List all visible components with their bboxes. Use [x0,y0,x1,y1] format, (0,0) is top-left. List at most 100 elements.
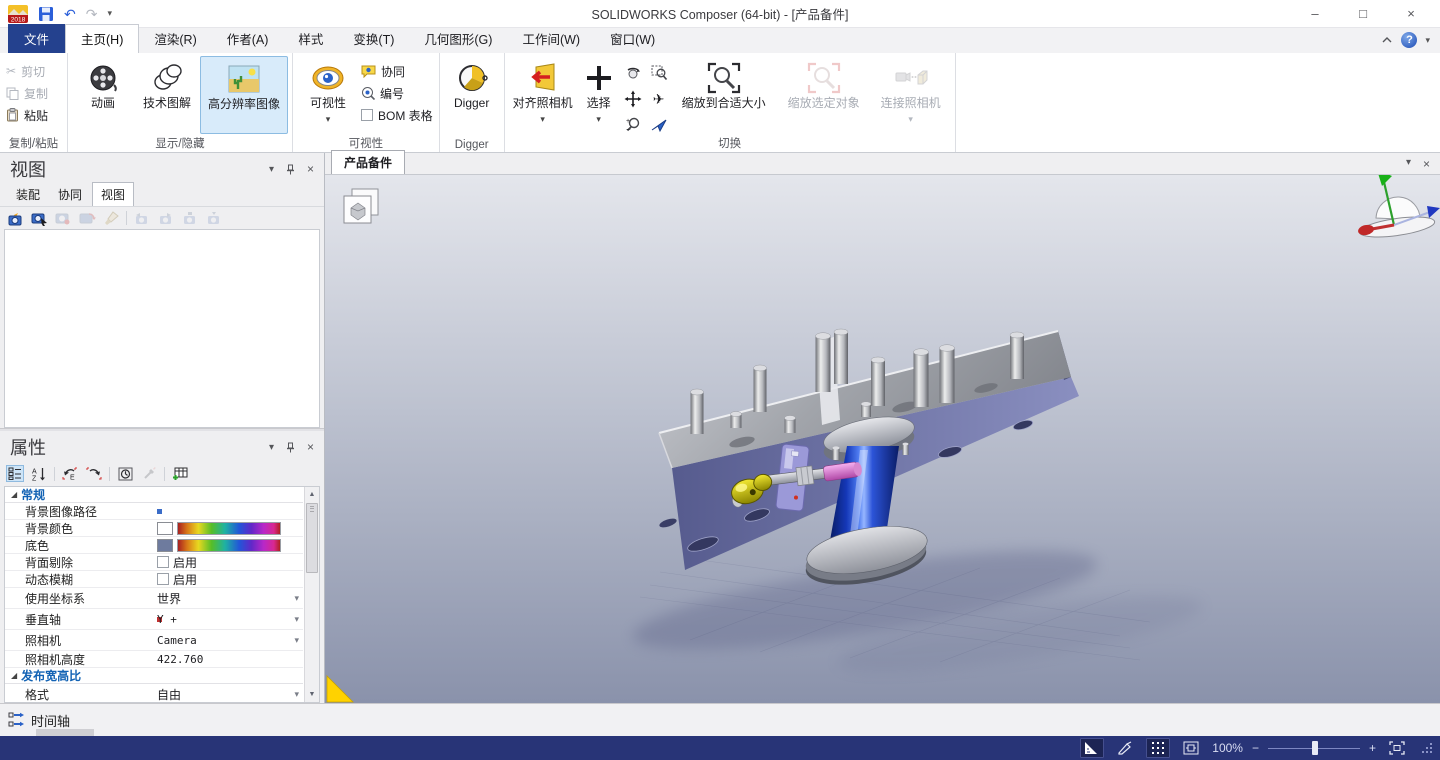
property-row-motion-blur[interactable]: 动态模糊 启用 [5,571,303,588]
align-camera-button[interactable]: 对齐照相机 ▾ [509,56,577,134]
zoom-out-button[interactable]: − [1252,741,1259,755]
digger-button[interactable]: Digger [444,56,500,134]
tab-author[interactable]: 作者(A) [212,25,284,53]
categorized-view-icon[interactable] [6,465,24,482]
restore-defaults-icon[interactable] [116,465,134,482]
update-view-icon[interactable] [30,210,48,227]
zoom-area-icon[interactable] [647,62,671,84]
property-row-coord-system[interactable]: 使用坐标系 世界 ▾ [5,588,303,609]
close-button[interactable]: × [1404,7,1418,20]
views-tab-views[interactable]: 视图 [92,182,134,206]
undo-icon[interactable]: ↶ [64,7,76,21]
views-list[interactable] [4,229,320,428]
zoom-to-fit-button[interactable]: 缩放到合适大小 [671,56,777,134]
select-button[interactable]: 选择 ▾ [577,56,621,134]
section-general[interactable]: ◢ 常规 [5,487,303,503]
timeline-tab[interactable]: 时间轴 [31,711,70,730]
property-row-format[interactable]: 格式 自由 ▾ [5,684,303,703]
property-row-camera[interactable]: 照相机 Camera ▾ [5,630,303,651]
paste-style-icon[interactable] [85,465,103,482]
scroll-thumb[interactable] [306,503,318,573]
pan-icon[interactable] [621,88,645,110]
alphabetical-sort-icon[interactable]: A Z [30,465,48,482]
orbit-icon[interactable] [621,62,645,84]
paste-button[interactable]: 粘贴 [6,106,48,124]
chevron-down-icon[interactable]: ▾ [294,635,299,646]
chevron-down-icon[interactable]: ▾ [294,689,299,700]
collapse-ribbon-icon[interactable] [1381,36,1393,44]
fit-view-button[interactable] [1179,738,1203,758]
tab-home[interactable]: 主页(H) [65,24,139,53]
property-row-bg-color[interactable]: 背景颜色 [5,520,303,537]
visibility-caret-icon[interactable]: ▾ [326,114,331,124]
zoom-slider[interactable] [1268,738,1360,758]
scroll-up-icon[interactable]: ▲ [305,487,319,502]
color-swatch[interactable] [157,522,173,535]
properties-scrollbar[interactable]: ▲ ▼ [304,487,319,702]
save-button[interactable] [38,6,54,22]
redline-tool-button[interactable] [1113,738,1137,758]
measure-tool-button[interactable] [1080,738,1104,758]
scroll-down-icon[interactable]: ▼ [305,687,319,702]
tab-geometry[interactable]: 几何图形(G) [409,25,507,53]
collaboration-button[interactable]: 协同 [361,62,433,80]
tab-file[interactable]: 文件 [8,24,65,53]
bom-table-checkbox[interactable]: BOM 表格 [361,106,433,124]
checkbox-icon[interactable] [361,109,373,121]
tab-workshop[interactable]: 工作间(W) [507,25,595,53]
chevron-down-icon[interactable]: ▾ [294,593,299,604]
property-label: 使用坐标系 [25,590,157,607]
document-tab[interactable]: 产品备件 [331,150,405,174]
section-publish-aspect[interactable]: ◢ 发布宽高比 [5,668,303,684]
pin-icon[interactable] [286,442,295,453]
viewport-3d[interactable] [325,175,1440,703]
maximize-button[interactable]: □ [1356,7,1370,20]
align-camera-caret-icon[interactable]: ▾ [540,114,545,124]
tab-render[interactable]: 渲染(R) [139,25,211,53]
checkbox-icon[interactable] [157,573,169,585]
property-row-bottom-color[interactable]: 底色 [5,537,303,554]
views-tab-collaboration[interactable]: 协同 [50,183,90,206]
zoom-icon[interactable]: +− [621,114,645,136]
pin-icon[interactable] [286,164,295,175]
property-row-backface-culling[interactable]: 背面剔除 启用 [5,554,303,571]
select-caret-icon[interactable]: ▾ [596,114,601,124]
color-swatch[interactable] [157,539,173,552]
grid-toggle-button[interactable] [1146,738,1170,758]
panel-menu-icon[interactable]: ▾ [269,164,274,175]
help-caret-icon[interactable]: ▾ [1425,35,1430,46]
views-tab-assembly[interactable]: 装配 [8,183,48,206]
zoom-in-button[interactable]: + [1369,741,1376,755]
color-spectrum-bar[interactable] [177,522,281,535]
visibility-button[interactable]: 可视性 ▾ [297,56,359,134]
technical-illustration-button[interactable]: 技术图解 [134,56,200,134]
animation-button[interactable]: 动画 [72,56,134,134]
high-res-image-button[interactable]: 高分辨率图像 [200,56,288,134]
panel-menu-icon[interactable]: ▾ [269,442,274,453]
panel-close-icon[interactable]: × [307,440,314,454]
help-icon[interactable]: ? [1401,32,1417,48]
fly-mode-icon[interactable]: ✈ [647,88,671,110]
chevron-down-icon[interactable]: ▾ [294,614,299,625]
minimize-button[interactable]: – [1308,7,1322,20]
property-row-camera-height[interactable]: 照相机高度 422.760 [5,651,303,668]
property-row-bg-image-path[interactable]: 背景图像路径 [5,503,303,520]
doc-close-icon[interactable]: × [1423,157,1430,171]
tab-window[interactable]: 窗口(W) [595,25,670,53]
zoom-slider-thumb[interactable] [1312,741,1318,755]
qat-customize-icon[interactable]: ▾ [107,8,112,19]
checkbox-icon[interactable] [157,556,169,568]
property-row-vertical-axis[interactable]: 垂直轴 Y + ▾ [5,609,303,630]
color-spectrum-bar[interactable] [177,539,281,552]
fullscreen-button[interactable] [1385,738,1409,758]
add-custom-property-icon[interactable] [171,465,189,482]
doc-list-caret-icon[interactable]: ▾ [1406,157,1411,171]
tab-style[interactable]: 样式 [283,25,338,53]
create-view-icon[interactable] [6,210,24,227]
numbering-button[interactable]: 编号 [361,84,433,102]
copy-style-icon[interactable]: E [61,465,79,482]
panel-close-icon[interactable]: × [307,162,314,176]
tab-transform[interactable]: 变换(T) [338,25,409,53]
walk-mode-icon[interactable] [647,114,671,136]
resize-grip[interactable] [1418,743,1432,753]
